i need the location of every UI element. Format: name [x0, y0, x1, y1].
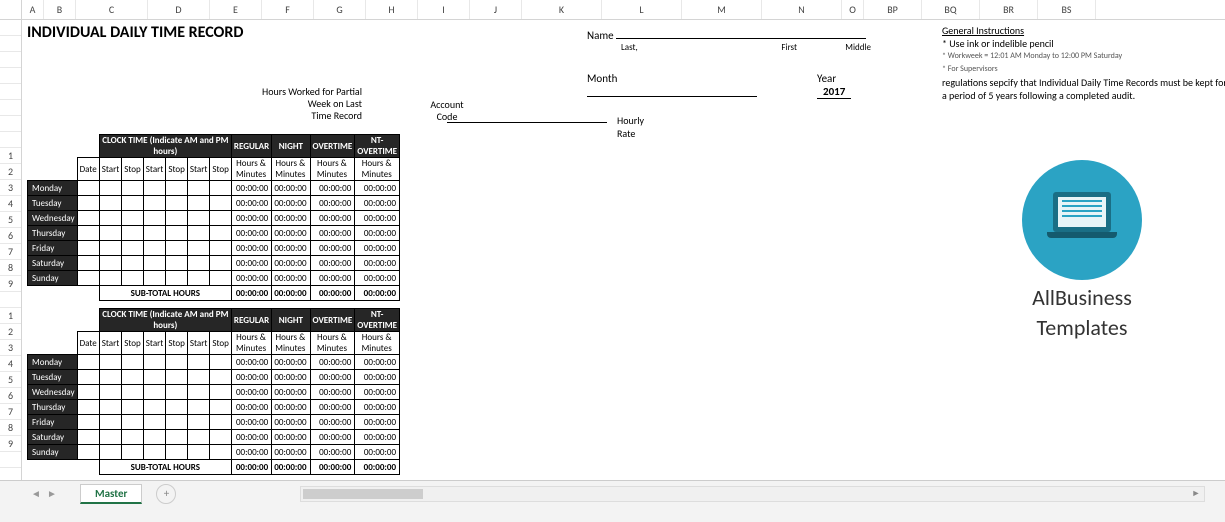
row-number[interactable]: 2: [0, 324, 21, 340]
column-header-M[interactable]: M: [682, 0, 762, 19]
row-number[interactable]: 5: [0, 212, 21, 228]
column-header-F[interactable]: F: [262, 0, 314, 19]
logo-text-1: AllBusiness: [967, 286, 1197, 310]
row-number[interactable]: 6: [0, 388, 21, 404]
add-sheet-button[interactable]: +: [156, 484, 176, 504]
week-1-table: CLOCK TIME (Indicate AM and PM hours)REG…: [27, 134, 400, 301]
column-header-L[interactable]: L: [602, 0, 682, 19]
middle-label: Middle: [845, 42, 871, 53]
instructions-heading: General Instructions: [942, 24, 1225, 37]
column-header-C[interactable]: C: [76, 0, 148, 19]
row-number[interactable]: 4: [0, 356, 21, 372]
year-label: Year: [817, 72, 836, 85]
name-sublabels: Last, First Middle: [621, 42, 871, 53]
logo-text-2: Templates: [967, 316, 1197, 340]
row-number[interactable]: [0, 36, 21, 52]
row-number[interactable]: 5: [0, 372, 21, 388]
last-label: Last,: [621, 42, 733, 53]
first-label: First: [733, 42, 845, 53]
week-2-table: CLOCK TIME (Indicate AM and PM hours)REG…: [27, 308, 400, 475]
year-value: 2017: [817, 85, 851, 99]
row-number[interactable]: [0, 132, 21, 148]
column-header-A[interactable]: A: [22, 0, 44, 19]
row-number[interactable]: 9: [0, 276, 21, 292]
tab-nav-prev-icon[interactable]: ◄: [28, 486, 44, 502]
scroll-right-icon[interactable]: ►: [1188, 487, 1204, 501]
column-header-O[interactable]: O: [842, 0, 864, 19]
scroll-thumb[interactable]: [303, 489, 423, 499]
column-header-E[interactable]: E: [210, 0, 262, 19]
row-number[interactable]: 1: [0, 308, 21, 324]
row-number[interactable]: [0, 84, 21, 100]
instruction-line-3: * For Supervisors: [942, 63, 1225, 76]
instruction-line-1: * Use ink or indelible pencil: [942, 37, 1225, 50]
row-number[interactable]: 4: [0, 196, 21, 212]
instructions-panel: General Instructions * Use ink or indeli…: [942, 24, 1225, 102]
name-field-area: Name Last, First Middle: [587, 26, 871, 53]
column-header-G[interactable]: G: [314, 0, 366, 19]
row-number[interactable]: 7: [0, 244, 21, 260]
instruction-line-4: regulations sepcify that Individual Dail…: [942, 76, 1225, 102]
row-number[interactable]: [0, 452, 21, 468]
column-header-J[interactable]: J: [470, 0, 522, 19]
column-header-D[interactable]: D: [148, 0, 210, 19]
column-header-B[interactable]: B: [44, 0, 76, 19]
row-number[interactable]: [0, 100, 21, 116]
document-title: INDIVIDUAL DAILY TIME RECORD: [27, 20, 243, 44]
column-headers: ABCDEFGHIJKLMNOBPBQBRBS: [0, 0, 1225, 20]
column-header-K[interactable]: K: [522, 0, 602, 19]
row-number[interactable]: 9: [0, 436, 21, 452]
sheet-tab-master[interactable]: Master: [80, 484, 142, 504]
month-label: Month: [587, 72, 617, 85]
row-number[interactable]: 3: [0, 340, 21, 356]
horizontal-scrollbar[interactable]: ◄ ►: [300, 486, 1205, 502]
logo-circle: [1022, 160, 1142, 280]
allbusiness-logo: AllBusiness Templates: [967, 160, 1197, 340]
month-underline: [587, 85, 757, 97]
row-number[interactable]: [0, 116, 21, 132]
row-number[interactable]: [0, 52, 21, 68]
column-header-BQ[interactable]: BQ: [922, 0, 980, 19]
row-number[interactable]: 2: [0, 164, 21, 180]
row-number[interactable]: [0, 292, 21, 308]
column-header-BR[interactable]: BR: [980, 0, 1038, 19]
select-all-corner[interactable]: [0, 0, 22, 19]
name-underline: [616, 26, 866, 39]
hourly-rate-label: Hourly Rate: [617, 114, 644, 140]
column-header-H[interactable]: H: [366, 0, 418, 19]
row-number[interactable]: 8: [0, 420, 21, 436]
row-number[interactable]: 1: [0, 148, 21, 164]
sheet-tab-bar: ◄ ► Master + ◄ ►: [0, 480, 1225, 522]
row-number[interactable]: [0, 20, 21, 36]
name-label: Name: [587, 29, 614, 42]
column-header-BS[interactable]: BS: [1038, 0, 1096, 19]
row-number[interactable]: 7: [0, 404, 21, 420]
row-numbers: 123456789123456789: [0, 20, 22, 502]
year-field: Year 2017: [817, 72, 851, 98]
instruction-line-2: * Workweek = 12:01 AM Monday to 12:00 PM…: [942, 50, 1225, 63]
partial-hours-label: Hours Worked for Partial Week on Last Ti…: [212, 86, 362, 122]
row-number[interactable]: 8: [0, 260, 21, 276]
laptop-icon: [1047, 192, 1117, 242]
account-code-underline: [447, 122, 607, 123]
column-header-I[interactable]: I: [418, 0, 470, 19]
row-number[interactable]: 6: [0, 228, 21, 244]
month-field: Month: [587, 72, 757, 100]
row-number[interactable]: 3: [0, 180, 21, 196]
row-number[interactable]: [0, 68, 21, 84]
worksheet[interactable]: INDIVIDUAL DAILY TIME RECORD Name Last, …: [22, 20, 1222, 502]
account-code-label: Account Code: [417, 99, 477, 123]
tab-nav-next-icon[interactable]: ►: [44, 486, 60, 502]
column-header-N[interactable]: N: [762, 0, 842, 19]
column-header-BP[interactable]: BP: [864, 0, 922, 19]
